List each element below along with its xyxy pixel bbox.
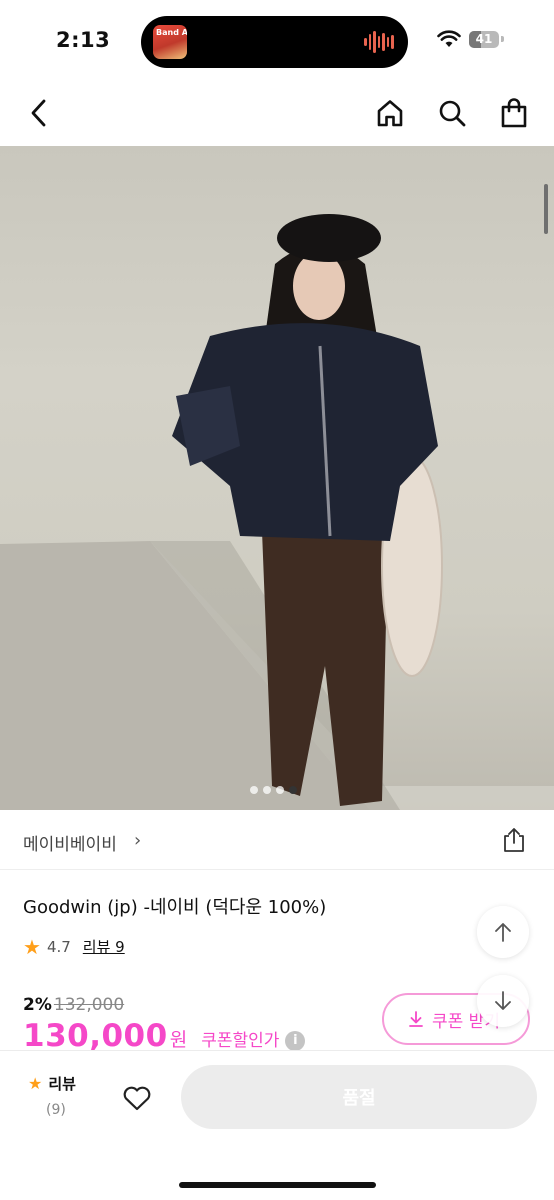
gallery-dot[interactable]	[289, 786, 297, 794]
discount-rate: 2%	[23, 995, 52, 1015]
review-tab[interactable]: ★ 리뷰 (9)	[28, 1073, 88, 1119]
home-icon	[377, 100, 403, 127]
download-icon	[409, 1011, 423, 1027]
gallery-dots	[250, 786, 297, 794]
wishlist-button[interactable]	[120, 1081, 154, 1115]
gallery-dot[interactable]	[276, 786, 284, 794]
product-title: Goodwin (jp) -네이비 (덕다운 100%)	[23, 897, 327, 918]
original-price: 132,000	[53, 995, 125, 1015]
now-playing-album-art: Band Aid	[153, 25, 187, 59]
review-count: (9)	[46, 1102, 66, 1118]
gallery-dot[interactable]	[263, 786, 271, 794]
price-row: 130,000 원 쿠폰할인가 i	[23, 1018, 306, 1054]
scroll-indicator[interactable]	[544, 184, 548, 234]
scroll-bottom-button[interactable]	[477, 975, 529, 1027]
rating-value: 4.7	[46, 937, 71, 956]
chevron-left-icon	[31, 99, 46, 127]
coupon-price-label: 쿠폰할인가	[201, 1031, 280, 1051]
wifi-icon	[437, 30, 461, 47]
review-link[interactable]: 리뷰 9	[83, 936, 125, 957]
nav-bar	[0, 80, 554, 146]
star-icon: ★	[23, 934, 41, 959]
home-indicator[interactable]	[179, 1182, 376, 1188]
arrow-up-icon	[495, 923, 511, 942]
heart-icon	[123, 1086, 151, 1111]
bottom-action-bar: ★ 리뷰 (9) 품절	[0, 1050, 554, 1200]
cart-button[interactable]	[497, 96, 531, 130]
review-tab-label: 리뷰	[48, 1075, 76, 1093]
dynamic-island[interactable]: Band Aid	[141, 16, 408, 68]
scroll-top-button[interactable]	[477, 906, 529, 958]
status-time: 2:13	[56, 28, 111, 52]
arrow-down-icon	[495, 991, 511, 1010]
share-button[interactable]	[500, 826, 528, 854]
gallery-dot[interactable]	[250, 786, 258, 794]
brand-name[interactable]: 메이비베이비	[23, 830, 117, 855]
audio-waveform-icon	[364, 30, 395, 54]
star-icon: ★	[28, 1073, 43, 1093]
brand-row[interactable]: 메이비베이비 ›	[0, 810, 554, 870]
status-icons: 41	[437, 30, 504, 48]
search-icon	[439, 100, 466, 127]
product-image[interactable]	[0, 146, 554, 810]
search-button[interactable]	[435, 96, 469, 130]
battery-level: 41	[475, 31, 493, 46]
share-icon	[504, 828, 524, 852]
battery-icon: 41	[469, 30, 499, 48]
currency-label: 원	[169, 1029, 188, 1051]
discount-row: 2% 132,000	[23, 995, 124, 1015]
now-playing-label: Band Aid	[156, 28, 187, 37]
battery-tip	[501, 36, 504, 42]
status-bar: 2:13 Band Aid 41	[0, 0, 554, 80]
rating-row: ★ 4.7 리뷰 9	[23, 936, 125, 957]
shopping-bag-icon	[501, 98, 527, 128]
chevron-right-icon: ›	[134, 830, 142, 851]
home-button[interactable]	[373, 96, 407, 130]
back-button[interactable]	[22, 96, 56, 130]
sold-out-button[interactable]: 품절	[181, 1065, 537, 1129]
sale-price: 130,000	[23, 1018, 168, 1054]
info-icon[interactable]: i	[285, 1031, 306, 1051]
product-photo-illustration	[0, 214, 554, 810]
